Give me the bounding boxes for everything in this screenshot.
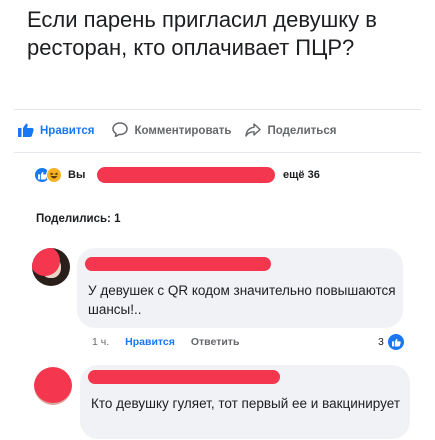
like-label: Нравится: [40, 125, 95, 137]
comment-reply-link[interactable]: Ответить: [191, 336, 240, 348]
reaction-names: Вы: [68, 169, 86, 181]
redaction-bar: [85, 257, 271, 271]
avatar[interactable]: [32, 248, 70, 286]
comment-label: Комментировать: [134, 125, 232, 137]
comment-bubble: У девушек с QR кодом значительно повышаю…: [77, 248, 403, 328]
share-button[interactable]: Поделиться: [245, 122, 337, 140]
divider: [14, 109, 421, 110]
post-title: Если парень пригласил девушку в ресторан…: [27, 7, 377, 60]
shares-count[interactable]: Поделились: 1: [36, 213, 120, 225]
comment-like-link[interactable]: Нравится: [125, 336, 175, 348]
comment-bubble: Кто девушку гуляет, тот первый ее и вакц…: [80, 365, 410, 439]
comment-time[interactable]: 1 ч.: [92, 336, 109, 348]
like-button[interactable]: Нравится: [18, 123, 94, 140]
reaction-more-count: ещё 36: [283, 169, 320, 181]
redaction-bar: [88, 370, 280, 384]
thumbs-up-icon: [18, 123, 34, 140]
like-reaction-icon[interactable]: [388, 334, 404, 350]
comment-meta: 1 ч. Нравится Ответить 3: [92, 334, 422, 350]
avatar[interactable]: [34, 367, 72, 405]
haha-reaction-icon: [46, 167, 62, 183]
post-action-bar: Нравится Комментировать Поделиться: [18, 120, 423, 142]
comment-reaction-count[interactable]: 3: [378, 336, 384, 348]
comment-text: У девушек с QR кодом значительно повышаю…: [88, 283, 396, 317]
comment-text: Кто девушку гуляет, тот первый ее и вакц…: [91, 396, 400, 411]
redaction-bar: [34, 367, 72, 403]
comment-button[interactable]: Комментировать: [112, 122, 231, 140]
redaction-bar: [97, 167, 275, 183]
divider: [14, 152, 421, 153]
share-label: Поделиться: [267, 125, 337, 137]
comment-bubble-icon: [112, 122, 129, 140]
share-arrow-icon: [245, 122, 262, 140]
